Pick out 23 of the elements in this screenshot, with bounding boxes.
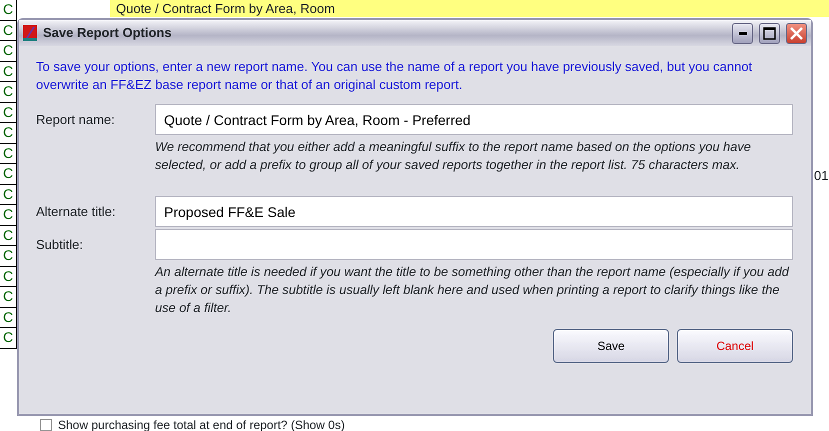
maximize-icon: [763, 26, 776, 40]
cancel-button[interactable]: Cancel: [677, 329, 793, 363]
minimize-button[interactable]: [732, 22, 753, 44]
report-row: Quote / Contract Form by Area, Room: [110, 0, 829, 17]
report-name-field[interactable]: Quote / Contract Form by Area, Room - Preferred: [155, 104, 793, 135]
hint-text: An alternate title is needed if you want the title to be something other than the report name (especially if you add a prefix or suffix). The subtitle is usually left blank here and used when printing a report to clarify things like the use of a filter.: [155, 263, 790, 317]
hint-text: We recommend that you either add a meaningful suffix to the report name based on the options you have selected, or add a prefix to group all of your saved reports together in the report list. 75 characters max.: [155, 138, 752, 174]
field-label: Alternate title:: [36, 202, 116, 221]
alternate-title-field[interactable]: Proposed FF&E Sale: [155, 196, 793, 227]
close-button[interactable]: [786, 22, 807, 44]
checkbox[interactable]: [40, 419, 52, 431]
maximize-button[interactable]: [759, 22, 780, 44]
instructions-text: To save your options, enter a new report name. You can use the name of a report you have previously saved, but you cannot overwrite an FF&EZ base report name or that of an original custom report.: [36, 58, 754, 94]
minimize-icon: [738, 32, 746, 34]
app-icon: [23, 25, 37, 41]
field-label: Subtitle:: [36, 236, 84, 254]
window-title: Save Report Options: [43, 24, 173, 42]
subtitle-field[interactable]: [155, 229, 793, 260]
close-icon: [790, 26, 803, 40]
field-label: Report name:: [36, 110, 116, 129]
table-cell: C: [0, 0, 17, 20]
table-cell-text: 01: [814, 167, 828, 185]
save-button[interactable]: Save: [553, 329, 669, 363]
